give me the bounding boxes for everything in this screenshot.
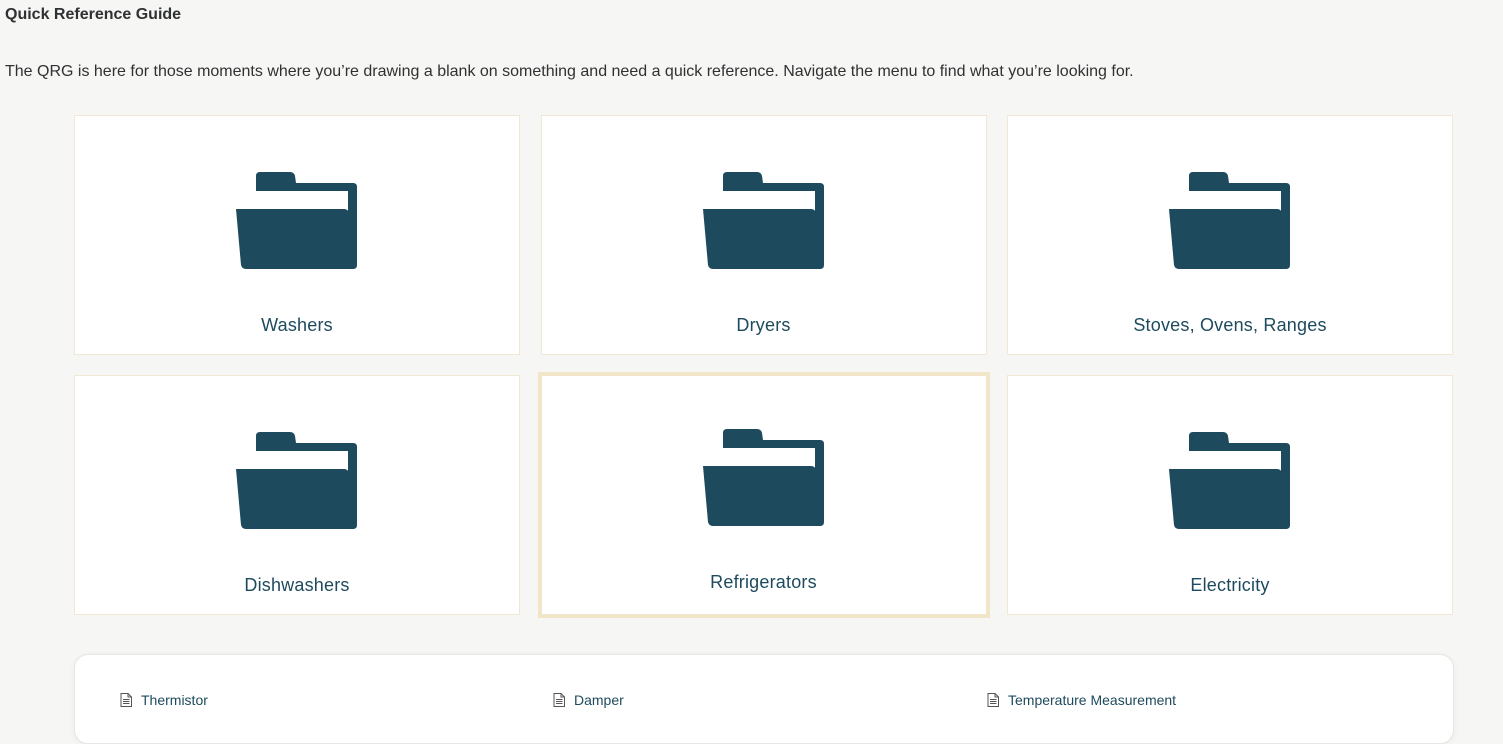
category-label: Stoves, Ovens, Ranges [1133,315,1327,335]
folder-icon [1169,432,1290,529]
folder-icon [702,429,824,526]
category-card-stoves-ovens-ranges[interactable]: Stoves, Ovens, Ranges [1007,115,1453,355]
intro-text: The QRG is here for those moments where … [5,63,1134,80]
category-card-washers[interactable]: Washers [74,115,520,355]
category-label: Dryers [736,315,791,335]
subitem-label: Damper [574,692,624,708]
category-grid: Washers Dryers Stoves, Ovens, Ranges Dis… [74,115,1453,618]
document-icon [987,693,999,707]
subitem-temperature-measurement[interactable]: Temperature Measurement [987,692,1176,708]
category-label: Washers [261,315,333,335]
category-card-dryers[interactable]: Dryers [540,115,987,355]
page-title: Quick Reference Guide [5,6,182,23]
folder-icon [236,172,357,269]
category-label: Electricity [1190,575,1270,595]
document-icon [553,693,565,707]
folder-icon [702,172,824,269]
category-card-dishwashers[interactable]: Dishwashers [74,375,520,615]
category-label: Refrigerators [710,572,817,592]
category-card-electricity[interactable]: Electricity [1007,375,1453,615]
category-label: Dishwashers [244,575,350,595]
document-icon [120,693,132,707]
category-card-refrigerators[interactable]: Refrigerators [537,372,990,618]
folder-icon [236,432,357,529]
subitem-label: Thermistor [141,692,208,708]
subitem-damper[interactable]: Damper [553,692,624,708]
refrigerators-subitem-list: Thermistor Damper Temperature Measuremen… [74,654,1454,744]
folder-icon [1169,172,1290,269]
subitem-thermistor[interactable]: Thermistor [120,692,208,708]
subitem-label: Temperature Measurement [1008,692,1177,708]
